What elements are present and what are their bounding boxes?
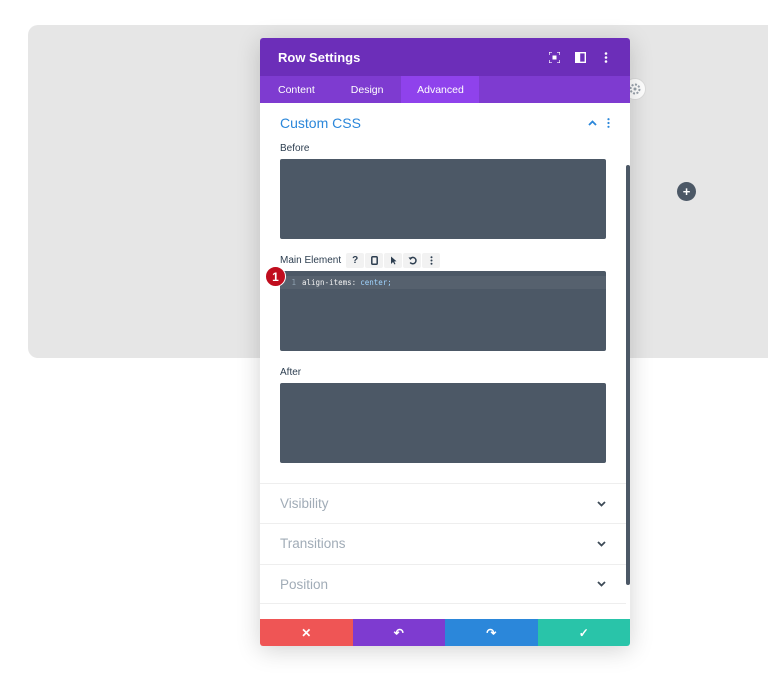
main-element-css-editor[interactable]: 1 align-items : center; (280, 271, 606, 351)
modal-title: Row Settings (278, 49, 361, 65)
section-title: Position (280, 576, 329, 592)
undo-button[interactable]: ↶ (352, 619, 445, 646)
chevron-down-icon (597, 540, 606, 547)
css-value: center; (360, 278, 392, 287)
main-element-label-row: Main Element ? (280, 253, 441, 268)
css-colon: : (351, 278, 357, 287)
check-icon: ✓ (578, 625, 589, 640)
pointer-icon[interactable] (384, 253, 403, 268)
scrollbar[interactable] (626, 165, 630, 585)
main-element-label: Main Element (280, 255, 342, 266)
chevron-down-icon (597, 500, 606, 507)
fullscreen-icon[interactable] (548, 51, 560, 63)
chevron-down-icon (597, 581, 606, 587)
settings-content: Custom CSS Before Main Element ? 1 align… (260, 103, 630, 619)
visibility-section[interactable]: Visibility (260, 483, 626, 523)
modal-footer: ✕ ↶ ↷ ✓ (260, 619, 630, 646)
close-icon: ✕ (301, 625, 312, 640)
before-css-editor[interactable] (280, 159, 606, 239)
step-marker-badge: 1 (265, 266, 286, 287)
after-label: After (280, 367, 302, 378)
css-property: align-items (302, 278, 352, 287)
more-icon[interactable] (422, 253, 441, 268)
tab-design[interactable]: Design (333, 76, 402, 103)
after-css-editor[interactable] (280, 383, 606, 463)
header-controls (548, 51, 612, 63)
tab-content[interactable]: Content (260, 76, 333, 103)
plus-icon: + (682, 184, 691, 199)
section-controls (588, 118, 610, 128)
section-title: Transitions (280, 536, 346, 551)
chevron-up-icon[interactable] (588, 120, 597, 126)
undo-icon[interactable] (403, 253, 422, 268)
gear-icon (629, 83, 641, 95)
add-module-button[interactable]: + (677, 182, 696, 201)
more-icon[interactable] (607, 118, 610, 128)
row-settings-modal: Row Settings Content Design Advanced Cus… (260, 38, 630, 646)
redo-icon: ↷ (486, 625, 497, 640)
before-label: Before (280, 143, 310, 154)
section-title: Custom CSS (280, 115, 361, 131)
phone-icon[interactable] (365, 253, 384, 268)
settings-tabs: Content Design Advanced (260, 76, 630, 103)
undo-icon: ↶ (393, 625, 404, 640)
help-icon[interactable]: ? (346, 253, 365, 268)
tab-advanced[interactable]: Advanced (401, 76, 480, 103)
more-options-icon[interactable] (600, 51, 612, 63)
sidebar-icon[interactable] (574, 51, 586, 63)
save-button[interactable]: ✓ (537, 619, 630, 646)
section-title: Visibility (280, 496, 329, 511)
modal-header: Row Settings (260, 38, 630, 76)
discard-button[interactable]: ✕ (260, 619, 353, 646)
redo-button[interactable]: ↷ (445, 619, 538, 646)
transitions-section[interactable]: Transitions (260, 523, 626, 563)
position-section[interactable]: Position (260, 564, 626, 604)
custom-css-section-header[interactable]: Custom CSS (280, 115, 610, 131)
code-line: 1 align-items : center; (280, 276, 606, 289)
